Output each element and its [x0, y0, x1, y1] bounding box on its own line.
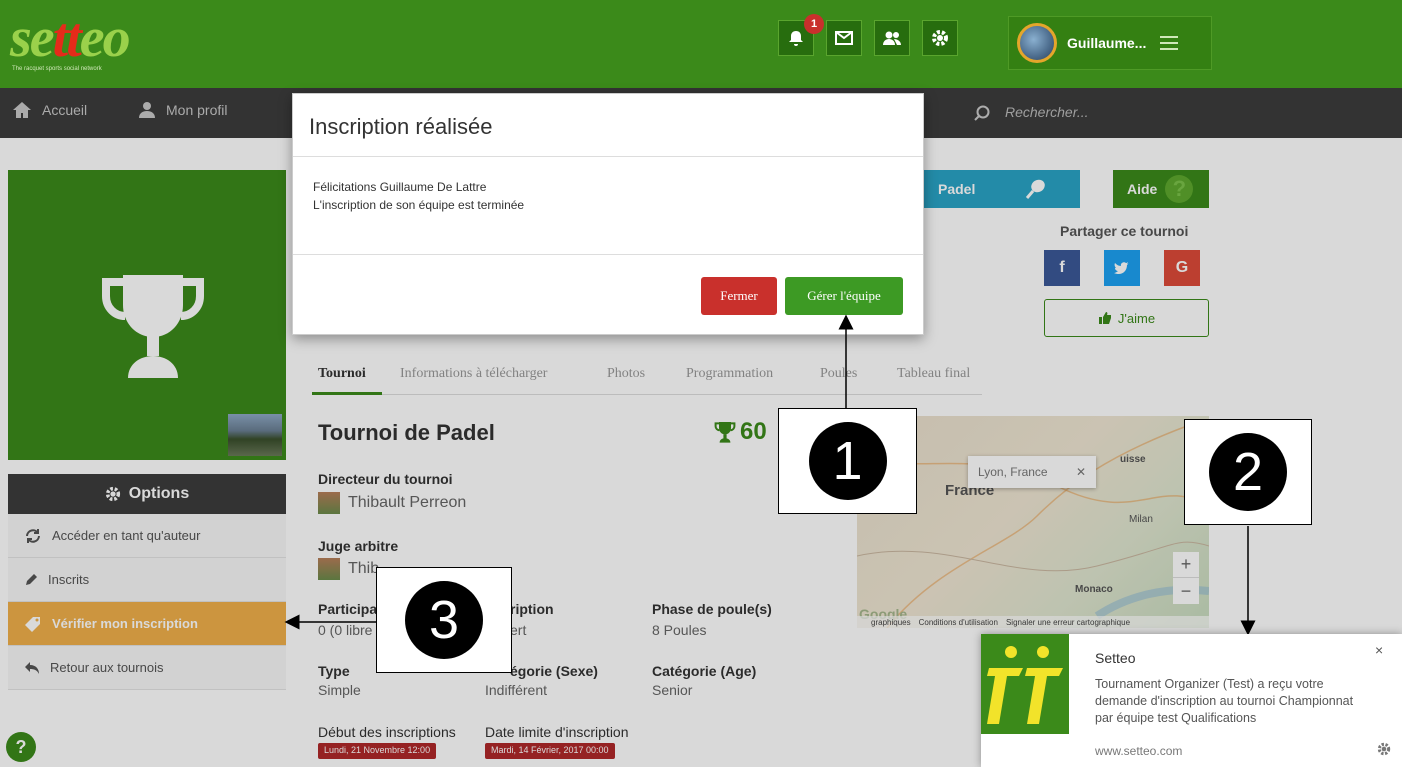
notification-site: www.setteo.com — [1095, 744, 1183, 758]
setteo-app-icon — [981, 634, 1069, 734]
callout-3: 3 — [376, 567, 512, 673]
close-icon[interactable]: × — [1375, 642, 1383, 658]
gear-icon[interactable] — [1377, 742, 1391, 756]
callout-2: 2 — [1184, 419, 1312, 525]
notification-title: Setteo — [1095, 650, 1136, 666]
callout-1: 1 — [778, 408, 917, 514]
notification-message: Tournament Organizer (Test) a reçu votre… — [1095, 677, 1354, 725]
desktop-notification[interactable]: Setteo × Tournament Organizer (Test) a r… — [981, 634, 1402, 767]
